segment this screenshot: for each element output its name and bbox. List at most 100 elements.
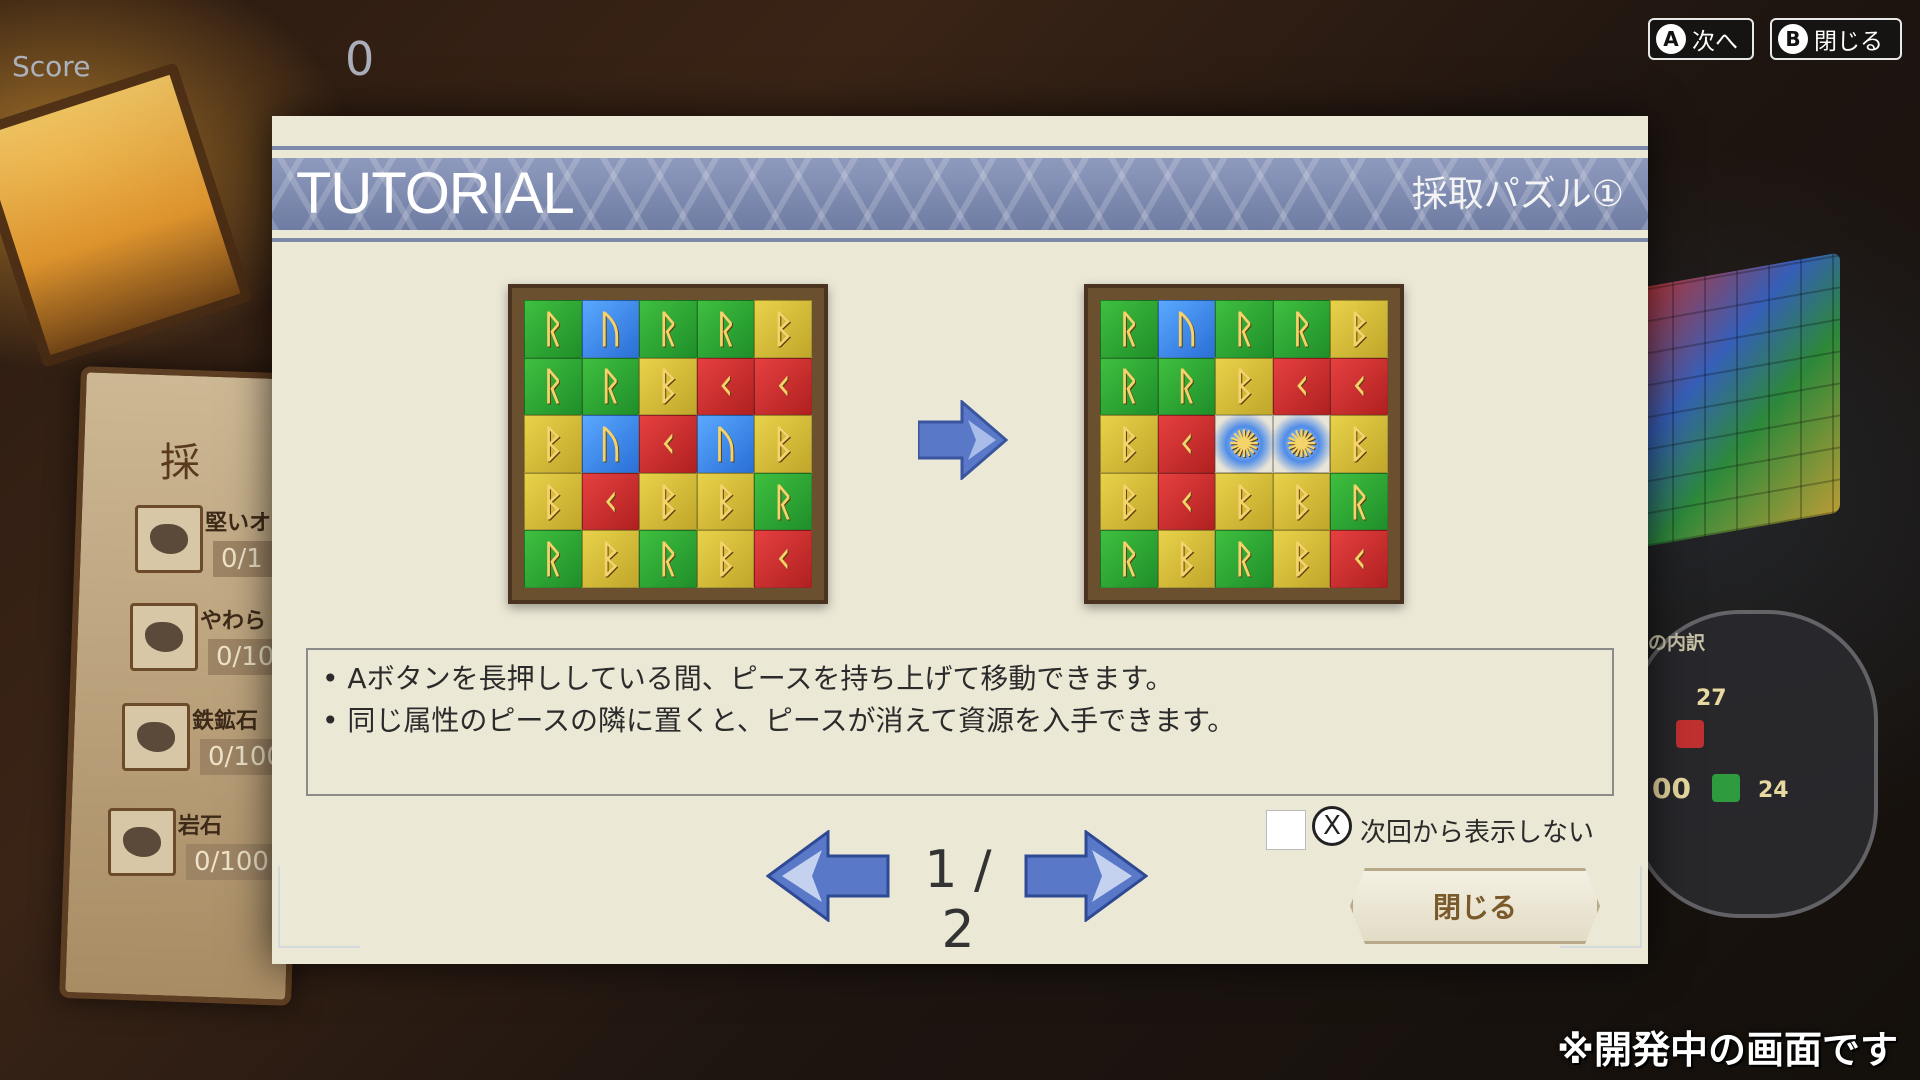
puzzle-piece-yellow: ᛒ <box>1215 357 1273 416</box>
puzzle-piece-red: ᚲ <box>1157 415 1216 473</box>
breakdown-red-chip <box>1676 720 1704 748</box>
corner-ornament <box>278 866 360 948</box>
puzzle-piece-yellow: ᛒ <box>754 415 812 473</box>
description-line: • 同じ属性のピースの隣に置くと、ピースが消えて資源を入手できます。 <box>322 704 1236 737</box>
material-name: 岩石 <box>178 814 223 839</box>
material-item: 堅いオ 0/1 <box>135 505 311 585</box>
corner-ornament <box>1560 866 1642 948</box>
breakdown-title: の内訳 <box>1648 632 1706 654</box>
puzzle-piece-yellow: ᛒ <box>1330 415 1388 473</box>
puzzle-piece-green: ᚱ <box>1215 530 1273 588</box>
puzzle-piece-yellow: ᛒ <box>639 472 697 531</box>
puzzle-piece-yellow: ᛒ <box>1100 472 1158 531</box>
page-indicator: 1 / 2 <box>924 840 992 960</box>
a-button-icon: A <box>1656 24 1686 54</box>
puzzle-piece-blue: ᚢ <box>696 415 755 473</box>
dont-show-checkbox[interactable] <box>1266 810 1306 850</box>
next-page-arrow-icon[interactable] <box>1024 830 1148 922</box>
puzzle-piece-blue: ᚢ <box>581 415 640 473</box>
puzzle-piece-yellow: ᛒ <box>1157 530 1216 588</box>
tutorial-subtitle: 採取パズル① <box>1411 174 1624 215</box>
puzzle-piece-yellow: ᛒ <box>696 472 755 531</box>
puzzle-piece-green: ᚱ <box>1100 300 1158 358</box>
puzzle-piece-red: ᚲ <box>1330 530 1388 588</box>
puzzle-cube-preview <box>1640 252 1840 548</box>
hint-close-label: 閉じる <box>1814 29 1883 55</box>
puzzle-piece-cleared: ✺ <box>1215 415 1273 473</box>
score-value: 0 <box>345 32 375 86</box>
puzzle-piece-yellow: ᛒ <box>524 472 582 531</box>
tutorial-title: TUTORIAL <box>296 161 575 226</box>
b-button-icon: B <box>1778 24 1808 54</box>
puzzle-piece-green: ᚱ <box>696 300 755 358</box>
puzzle-piece-green: ᚱ <box>1100 530 1158 588</box>
puzzle-piece-red: ᚲ <box>754 530 812 588</box>
puzzle-piece-green: ᚱ <box>1215 300 1273 358</box>
development-notice: ※開発中の画面です <box>1557 1028 1898 1072</box>
banner-bottom-rule <box>272 238 1648 242</box>
puzzle-board-before: ᚱᚢᚱᚱᛒᚱᚱᛒᚲᚲᛒᚢᚲᚢᛒᛒᚲᛒᛒᚱᚱᛒᚱᛒᚲ <box>508 284 828 604</box>
material-thumbnail <box>130 603 198 671</box>
tutorial-banner: TUTORIAL 採取パズル① <box>272 158 1648 230</box>
puzzle-piece-red: ᚲ <box>1330 357 1388 416</box>
breakdown-dial <box>1630 610 1878 918</box>
material-thumbnail <box>122 703 190 771</box>
material-item: 岩石 0/100 <box>108 808 284 888</box>
hint-close[interactable]: B 閉じる <box>1770 18 1902 60</box>
puzzle-piece-green: ᚱ <box>581 357 640 416</box>
puzzle-piece-yellow: ᛒ <box>524 415 582 473</box>
puzzle-piece-green: ᚱ <box>639 300 697 358</box>
material-name: やわら <box>200 609 267 634</box>
puzzle-piece-red: ᚲ <box>1272 357 1331 416</box>
puzzle-piece-blue: ᚢ <box>581 300 640 358</box>
puzzle-board-after: ᚱ ᚢ ᚱ ᚱ ᛒ ᚱ ᚱ ᛒ ᚲ ᚲ ᛒ ᚲ ✺ ✺ ᛒ ᛒ ᚲ ᛒ ᛒ ᚱ ᚱ ᛒ ᚱ ᛒ ᚲ <box>1084 284 1404 604</box>
breakdown-number: 27 <box>1696 686 1727 711</box>
hint-next-label: 次へ <box>1692 29 1738 55</box>
banner-top-rule <box>272 146 1648 150</box>
puzzle-piece-green: ᚱ <box>1272 300 1331 358</box>
score-label: Score <box>12 50 91 83</box>
description-line: • Aボタンを長押ししている間、ピースを持ち上げて移動できます。 <box>322 662 1174 695</box>
puzzle-piece-yellow: ᛒ <box>1272 472 1331 531</box>
puzzle-piece-red: ᚲ <box>696 357 755 416</box>
puzzle-piece-yellow: ᛒ <box>1215 472 1273 531</box>
material-item: やわら 0/10 <box>130 603 306 683</box>
puzzle-piece-green: ᚱ <box>1100 357 1158 416</box>
dont-show-label: 次回から表示しない <box>1360 818 1595 848</box>
puzzle-piece-red: ᚲ <box>639 415 697 473</box>
breakdown-number: 24 <box>1758 778 1789 803</box>
breakdown-green-chip <box>1712 774 1740 802</box>
tutorial-description: • Aボタンを長押ししている間、ピースを持ち上げて移動できます。 • 同じ属性の… <box>306 648 1614 796</box>
hint-next[interactable]: A 次へ <box>1648 18 1754 60</box>
puzzle-piece-blue: ᚢ <box>1157 300 1216 358</box>
puzzle-piece-red: ᚲ <box>1157 472 1216 531</box>
puzzle-piece-green: ᚱ <box>1330 472 1388 531</box>
puzzle-piece-green: ᚱ <box>754 472 812 531</box>
material-item: 鉄鉱石 0/100 <box>122 703 298 783</box>
puzzle-piece-yellow: ᛒ <box>1100 415 1158 473</box>
puzzle-piece-green: ᚱ <box>639 530 697 588</box>
puzzle-piece-green: ᚱ <box>524 357 582 416</box>
puzzle-piece-green: ᚱ <box>1157 357 1216 416</box>
puzzle-piece-cleared: ✺ <box>1272 415 1331 473</box>
puzzle-piece-yellow: ᛒ <box>581 530 640 588</box>
puzzle-piece-red: ᚲ <box>581 472 640 531</box>
puzzle-piece-green: ᚱ <box>524 300 582 358</box>
puzzle-piece-yellow: ᛒ <box>1272 530 1331 588</box>
material-name: 鉄鉱石 <box>192 709 259 734</box>
x-button-icon: X <box>1312 806 1352 846</box>
puzzle-piece-yellow: ᛒ <box>1330 300 1388 358</box>
material-thumbnail <box>135 505 203 573</box>
material-count: 0/100 <box>186 844 284 880</box>
previous-page-arrow-icon[interactable] <box>766 830 890 922</box>
breakdown-number: 00 <box>1652 772 1691 805</box>
puzzle-piece-red: ᚲ <box>754 357 812 416</box>
puzzle-piece-yellow: ᛒ <box>696 530 755 588</box>
puzzle-piece-yellow: ᛒ <box>639 357 697 416</box>
gather-book-title: 採 <box>160 440 200 486</box>
material-thumbnail <box>108 808 176 876</box>
puzzle-piece-green: ᚱ <box>524 530 582 588</box>
puzzle-piece-yellow: ᛒ <box>754 300 812 358</box>
tutorial-dialog: TUTORIAL 採取パズル① ᚱᚢᚱᚱᛒᚱᚱᛒᚲᚲᛒᚢᚲᚢᛒᛒᚲᛒᛒᚱᚱᛒᚱᛒ… <box>272 116 1648 964</box>
arrow-right-icon <box>918 400 1008 480</box>
